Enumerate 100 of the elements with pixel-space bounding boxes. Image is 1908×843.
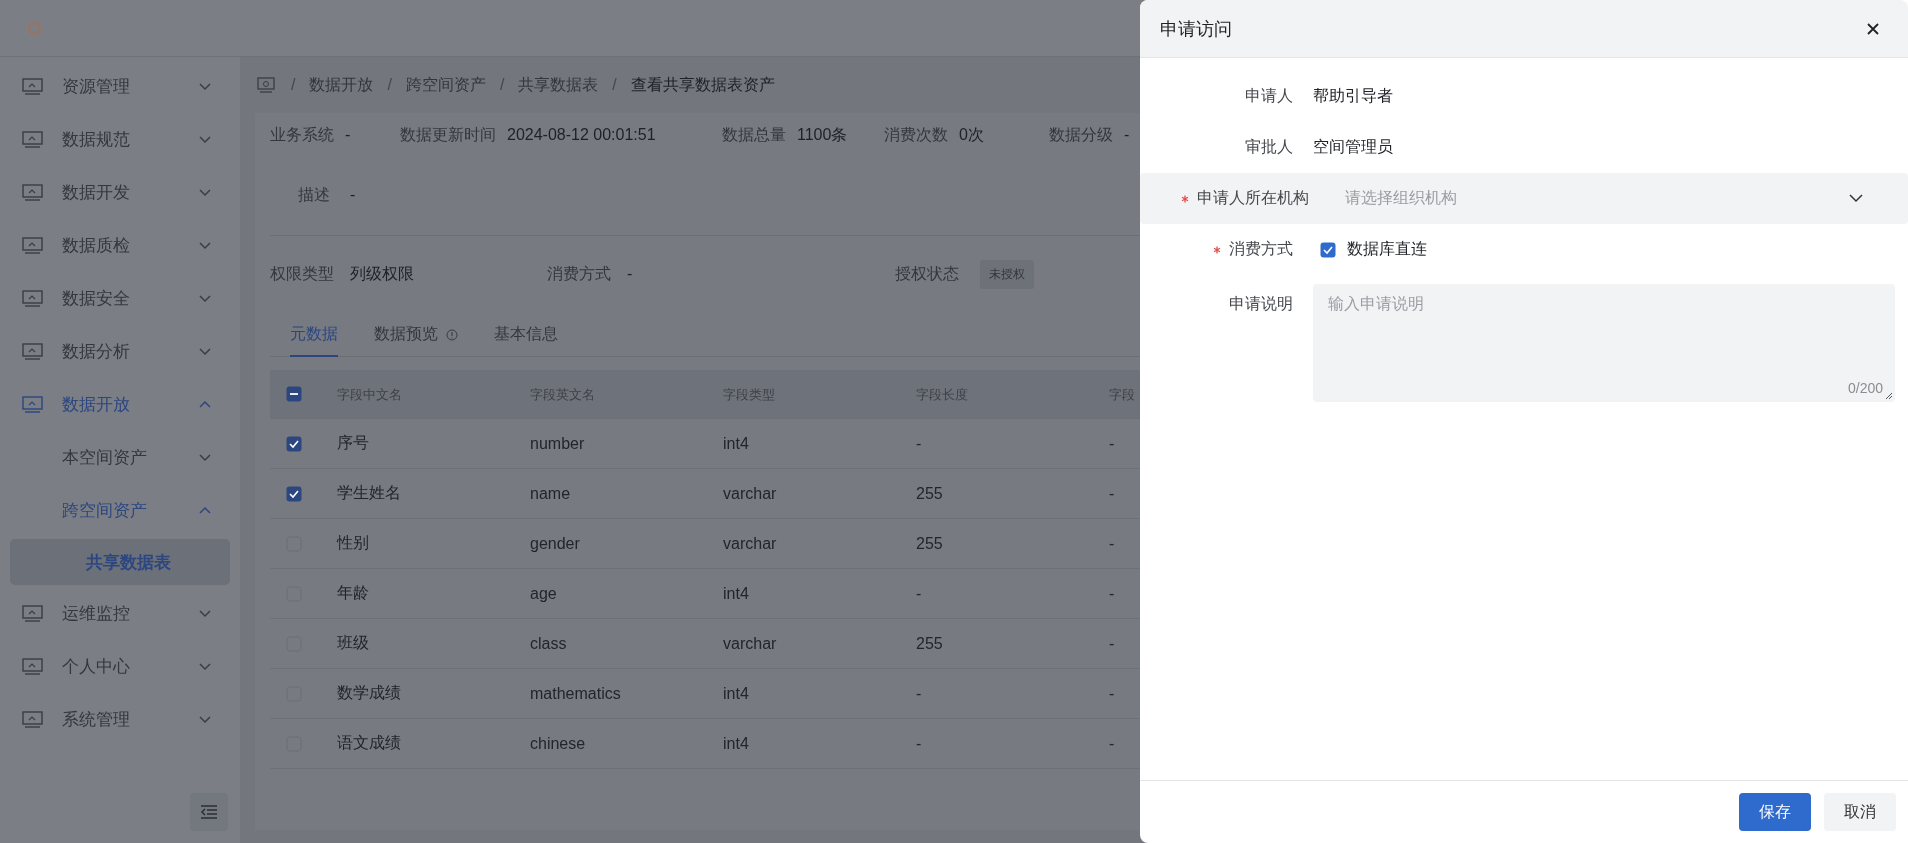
table-cell: 年龄 (337, 584, 369, 601)
field-value: 1100条 (797, 124, 848, 145)
table-cell: number (530, 434, 585, 452)
monitor-icon (22, 395, 43, 414)
table-cell: - (916, 684, 922, 702)
menu-item[interactable]: 运维监控 (0, 587, 240, 640)
checkbox[interactable] (286, 435, 302, 452)
menu-item[interactable]: 数据规范 (0, 113, 240, 166)
field-label: 授权状态 (895, 263, 959, 284)
close-icon[interactable] (1866, 21, 1880, 36)
menu-item[interactable]: 跨空间资产 (0, 484, 240, 537)
table-cell: 序号 (337, 434, 369, 451)
checkbox[interactable] (286, 386, 302, 402)
character-counter: 0/200 (1847, 380, 1883, 396)
table-cell: chinese (530, 734, 586, 752)
description-textarea[interactable]: 输入申请说明 0/200 (1313, 284, 1895, 402)
expand-chevron-icon (198, 346, 212, 357)
field-value: - (1124, 126, 1130, 144)
breadcrumb-separator: / (387, 76, 392, 94)
field-label: 权限类型 (270, 263, 334, 284)
table-cell: 255 (916, 484, 943, 502)
field-value: 列级权限 (350, 263, 414, 284)
field-label: 审批人 (1245, 137, 1293, 157)
field-value: 帮助引导者 (1313, 87, 1393, 104)
field-label: 申请人所在机构 (1197, 188, 1309, 208)
breadcrumb-link[interactable]: 数据开放 (309, 74, 374, 96)
table-cell: varchar (723, 634, 777, 652)
monitor-icon (22, 183, 43, 202)
field-label: 消费方式 (547, 263, 611, 284)
field-label: 业务系统 (270, 124, 334, 145)
table-cell: age (530, 584, 557, 602)
field-label: 数据总量 (722, 124, 786, 145)
menu-collapse-icon (200, 805, 218, 819)
table-cell: int4 (723, 434, 749, 452)
menu-item[interactable]: 数据开发 (0, 166, 240, 219)
tab[interactable]: 数据预览 (374, 314, 458, 357)
table-cell: 语文成绩 (337, 734, 401, 751)
expand-chevron-icon (198, 293, 212, 304)
table-cell: varchar (723, 534, 777, 552)
field-label: 申请说明 (1229, 294, 1293, 314)
drawer-title: 申请访问 (1160, 17, 1232, 41)
expand-chevron-icon (198, 187, 212, 198)
monitor-icon (22, 710, 43, 729)
tab[interactable]: 元数据 (290, 314, 338, 357)
field-label: 数据更新时间 (400, 124, 496, 145)
checkbox-label[interactable]: 数据库直连 (1347, 239, 1427, 260)
breadcrumb-separator: / (499, 76, 505, 94)
menu-item[interactable]: 个人中心 (0, 640, 240, 693)
table-cell: - (916, 584, 922, 602)
menu-item[interactable]: 数据开放 (0, 378, 240, 431)
table-cell: - (1109, 684, 1115, 702)
menu-item[interactable]: 数据安全 (0, 272, 240, 325)
table-cell: 学生姓名 (337, 484, 401, 501)
menu-item[interactable]: 资源管理 (0, 60, 240, 113)
dropdown-chevron-icon (1849, 194, 1863, 203)
field-value: - (627, 265, 633, 283)
breadcrumb-separator: / (612, 76, 617, 94)
checkbox[interactable] (286, 485, 302, 502)
collapse-menu-button[interactable] (190, 793, 228, 831)
menu-item[interactable]: 系统管理 (0, 693, 240, 746)
table-cell: - (916, 434, 922, 452)
cancel-button[interactable]: 取消 (1824, 793, 1896, 831)
collapse-chevron-icon (198, 399, 212, 410)
expand-chevron-icon (198, 81, 212, 92)
checkbox[interactable] (1320, 241, 1336, 258)
table-cell: mathematics (530, 684, 621, 702)
monitor-icon (22, 604, 43, 623)
table-cell: 数学成绩 (337, 684, 401, 701)
resize-handle-icon[interactable] (1885, 392, 1893, 400)
table-cell: int4 (723, 684, 749, 702)
home-icon[interactable] (257, 77, 275, 93)
expand-chevron-icon (198, 452, 212, 463)
monitor-icon (22, 236, 43, 255)
expand-chevron-icon (198, 714, 212, 725)
menu-item[interactable]: 数据分析 (0, 325, 240, 378)
breadcrumb-link[interactable]: 跨空间资产 (405, 74, 486, 96)
table-cell: gender (530, 534, 580, 552)
breadcrumb-link[interactable]: 共享数据表 (518, 74, 599, 96)
field-label: 消费次数 (884, 124, 948, 145)
monitor-icon (22, 289, 43, 308)
table-cell: - (1109, 534, 1115, 552)
save-button[interactable]: 保存 (1739, 793, 1811, 831)
table-cell: int4 (723, 734, 749, 752)
monitor-icon (22, 77, 43, 96)
expand-chevron-icon (198, 608, 212, 619)
table-cell: 班级 (337, 634, 369, 651)
status-tag: 未授权 (980, 259, 1034, 289)
table-cell: class (530, 634, 567, 652)
menu-item[interactable]: 数据质检 (0, 219, 240, 272)
field-label: 消费方式 (1229, 239, 1293, 259)
expand-chevron-icon (198, 661, 212, 672)
checkbox-option[interactable]: 数据库直连 (1313, 239, 1895, 260)
menu-item[interactable]: 共享数据表 (10, 539, 230, 585)
menu-item[interactable]: 本空间资产 (0, 431, 240, 484)
table-cell: varchar (723, 484, 777, 502)
field-value: - (345, 126, 351, 144)
field-value: - (350, 186, 356, 204)
tab[interactable]: 基本信息 (494, 314, 558, 357)
table-cell: 255 (916, 534, 943, 552)
field-label: 描述 (297, 184, 330, 205)
